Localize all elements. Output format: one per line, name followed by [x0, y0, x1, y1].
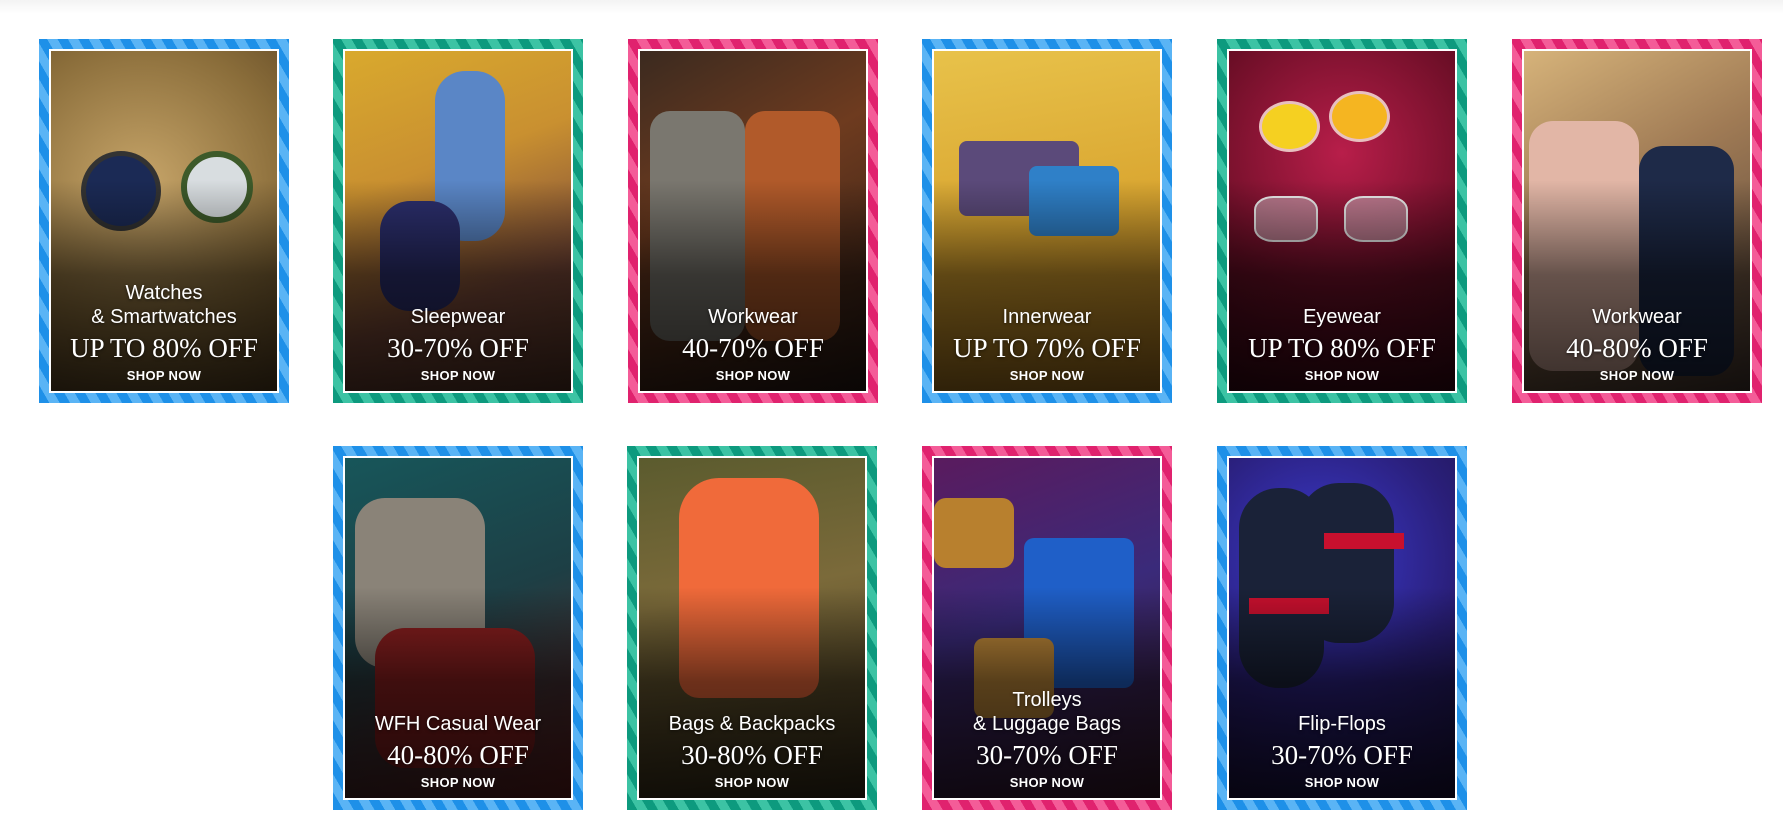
- shop-now-link[interactable]: SHOP NOW: [1229, 774, 1455, 792]
- promo-card-workwear-women[interactable]: Workwear 40-70% OFF SHOP NOW: [628, 39, 878, 403]
- promo-card-innerwear[interactable]: Innerwear UP TO 70% OFF SHOP NOW: [922, 39, 1172, 403]
- category-label: Trolleys & Luggage Bags: [973, 689, 1121, 735]
- offer-label: 40-80% OFF: [387, 740, 529, 770]
- card-caption: Innerwear UP TO 70% OFF SHOP NOW: [934, 305, 1160, 391]
- category-label: Bags & Backpacks: [668, 713, 836, 735]
- category-label: Flip-Flops: [1298, 713, 1386, 735]
- promo-card-workwear-men[interactable]: Workwear 40-80% OFF SHOP NOW: [1512, 39, 1762, 403]
- card-inner: Sleepwear 30-70% OFF SHOP NOW: [343, 49, 573, 393]
- category-label: Workwear: [1592, 306, 1682, 328]
- promo-card-bags-backpacks[interactable]: Bags & Backpacks 30-80% OFF SHOP NOW: [627, 446, 877, 810]
- category-label: WFH Casual Wear: [374, 713, 542, 735]
- offer-label: 40-80% OFF: [1566, 333, 1708, 363]
- card-caption: Trolleys & Luggage Bags 30-70% OFF SHOP …: [934, 688, 1160, 798]
- card-inner: WFH Casual Wear 40-80% OFF SHOP NOW: [343, 456, 573, 800]
- promo-card-eyewear[interactable]: Eyewear UP TO 80% OFF SHOP NOW: [1217, 39, 1467, 403]
- category-label: Eyewear: [1303, 306, 1381, 328]
- shop-now-link[interactable]: SHOP NOW: [934, 774, 1160, 792]
- card-inner: Workwear 40-80% OFF SHOP NOW: [1522, 49, 1752, 393]
- offer-label: 40-70% OFF: [682, 333, 824, 363]
- category-label: Innerwear: [1002, 306, 1092, 328]
- offer-label: 30-70% OFF: [387, 333, 529, 363]
- shop-now-link[interactable]: SHOP NOW: [1524, 367, 1750, 385]
- card-inner: Watches & Smartwatches UP TO 80% OFF SHO…: [49, 49, 279, 393]
- category-label: Sleepwear: [410, 306, 506, 328]
- card-caption: Workwear 40-80% OFF SHOP NOW: [1524, 305, 1750, 391]
- category-label: Workwear: [708, 306, 798, 328]
- offer-label: UP TO 70% OFF: [953, 333, 1141, 363]
- shop-now-link[interactable]: SHOP NOW: [51, 367, 277, 385]
- shop-now-link[interactable]: SHOP NOW: [345, 774, 571, 792]
- category-label: Watches & Smartwatches: [91, 282, 237, 328]
- card-inner: Trolleys & Luggage Bags 30-70% OFF SHOP …: [932, 456, 1162, 800]
- promo-card-watches[interactable]: Watches & Smartwatches UP TO 80% OFF SHO…: [39, 39, 289, 403]
- card-caption: Sleepwear 30-70% OFF SHOP NOW: [345, 305, 571, 391]
- promo-card-sleepwear[interactable]: Sleepwear 30-70% OFF SHOP NOW: [333, 39, 583, 403]
- offer-label: UP TO 80% OFF: [70, 333, 258, 363]
- card-caption: Watches & Smartwatches UP TO 80% OFF SHO…: [51, 281, 277, 391]
- top-strip: [0, 0, 1783, 14]
- card-inner: Innerwear UP TO 70% OFF SHOP NOW: [932, 49, 1162, 393]
- offer-label: 30-70% OFF: [976, 740, 1118, 770]
- shop-now-link[interactable]: SHOP NOW: [345, 367, 571, 385]
- card-inner: Workwear 40-70% OFF SHOP NOW: [638, 49, 868, 393]
- promo-card-wfh-casual-wear[interactable]: WFH Casual Wear 40-80% OFF SHOP NOW: [333, 446, 583, 810]
- card-caption: WFH Casual Wear 40-80% OFF SHOP NOW: [345, 712, 571, 798]
- shop-now-link[interactable]: SHOP NOW: [640, 367, 866, 385]
- offer-label: 30-80% OFF: [681, 740, 823, 770]
- offer-label: UP TO 80% OFF: [1248, 333, 1436, 363]
- card-caption: Eyewear UP TO 80% OFF SHOP NOW: [1229, 305, 1455, 391]
- shop-now-link[interactable]: SHOP NOW: [1229, 367, 1455, 385]
- card-inner: Eyewear UP TO 80% OFF SHOP NOW: [1227, 49, 1457, 393]
- promo-card-flip-flops[interactable]: Flip-Flops 30-70% OFF SHOP NOW: [1217, 446, 1467, 810]
- card-caption: Workwear 40-70% OFF SHOP NOW: [640, 305, 866, 391]
- shop-now-link[interactable]: SHOP NOW: [934, 367, 1160, 385]
- card-inner: Bags & Backpacks 30-80% OFF SHOP NOW: [637, 456, 867, 800]
- card-caption: Flip-Flops 30-70% OFF SHOP NOW: [1229, 712, 1455, 798]
- promo-card-trolleys-luggage[interactable]: Trolleys & Luggage Bags 30-70% OFF SHOP …: [922, 446, 1172, 810]
- shop-now-link[interactable]: SHOP NOW: [639, 774, 865, 792]
- card-inner: Flip-Flops 30-70% OFF SHOP NOW: [1227, 456, 1457, 800]
- card-caption: Bags & Backpacks 30-80% OFF SHOP NOW: [639, 712, 865, 798]
- offer-label: 30-70% OFF: [1271, 740, 1413, 770]
